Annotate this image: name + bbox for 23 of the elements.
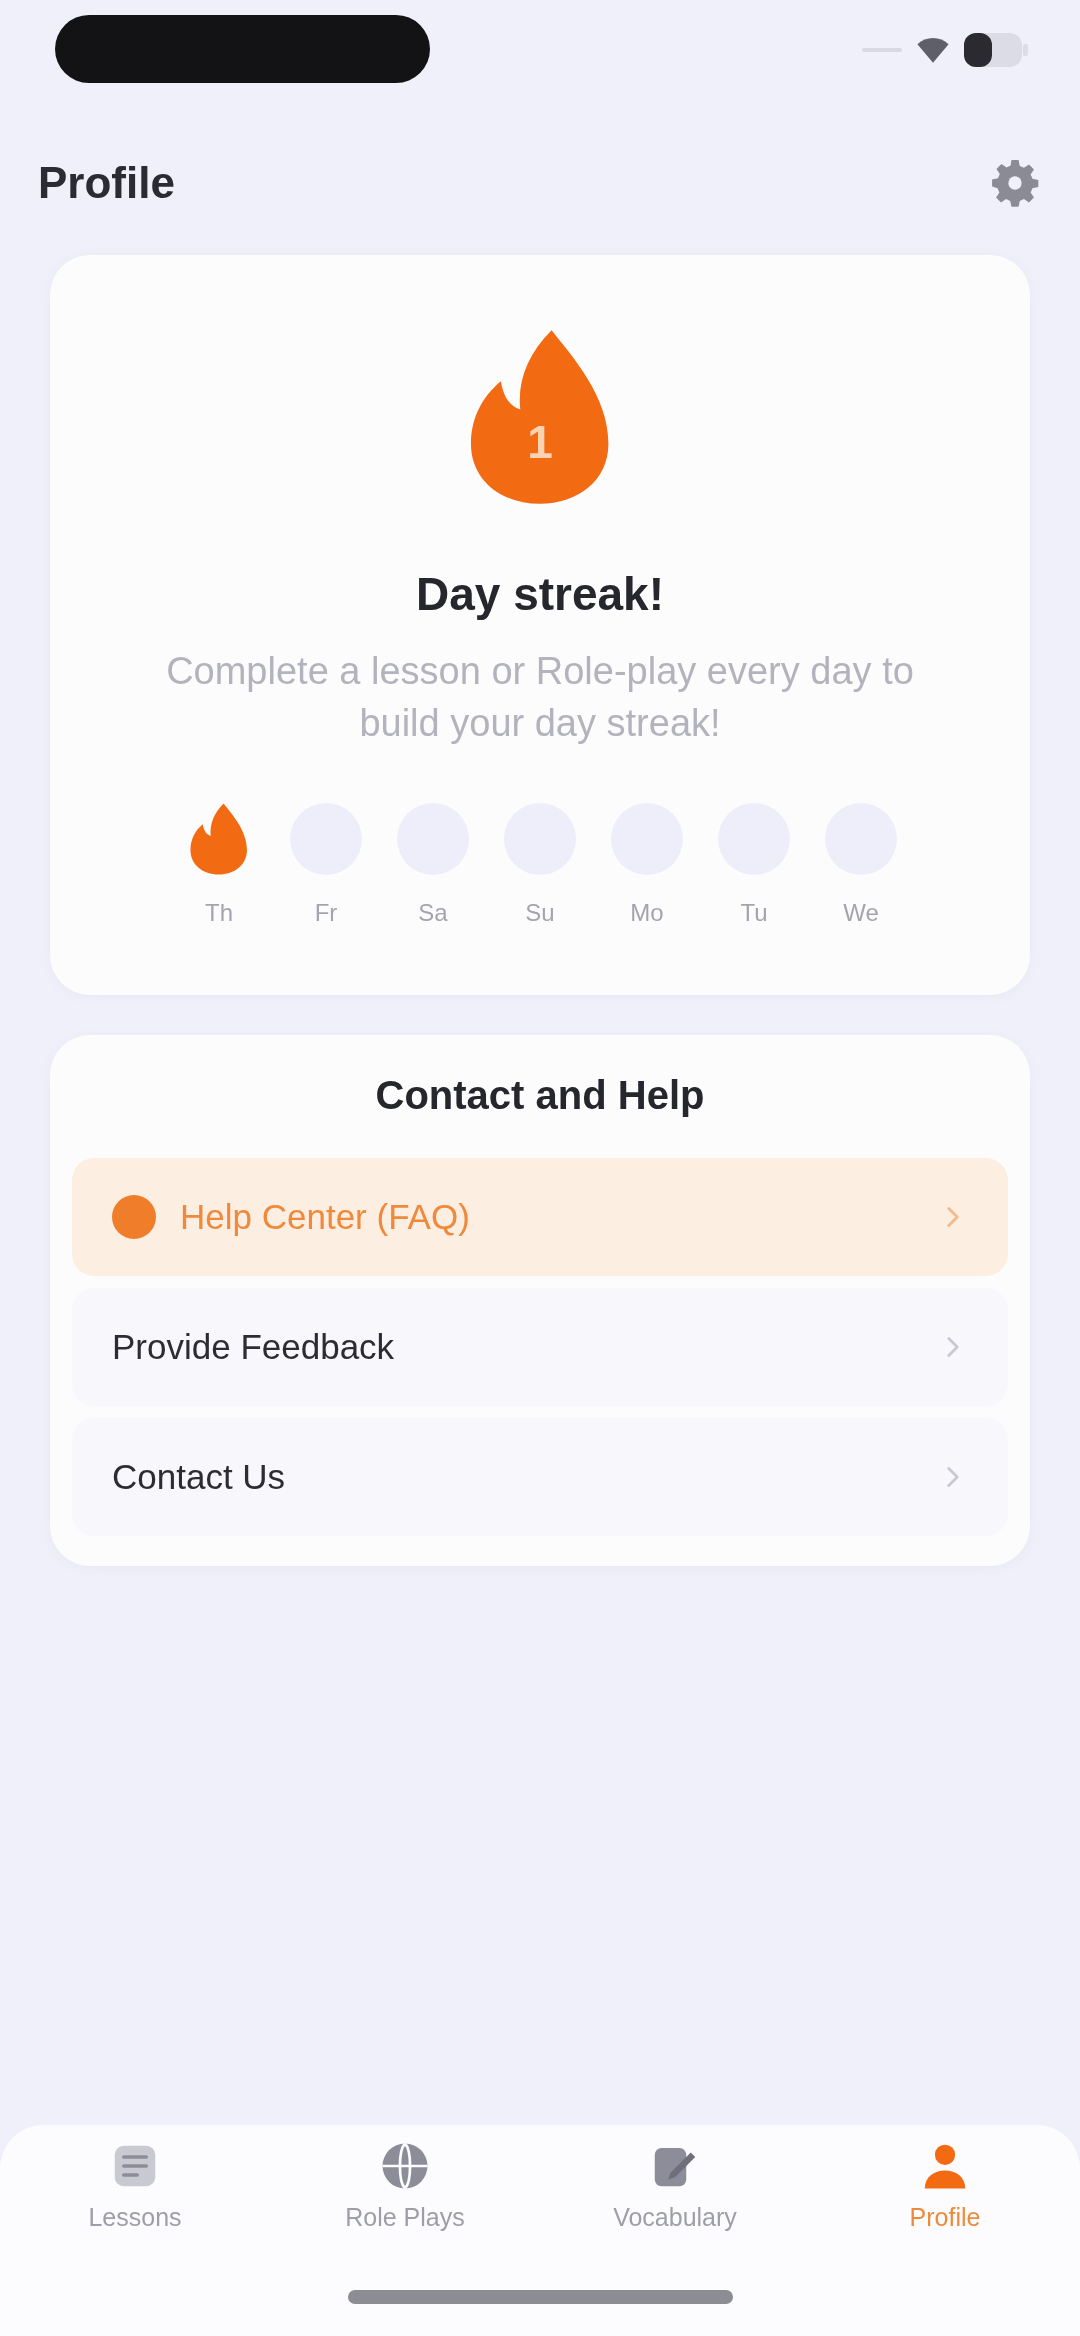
streak-count: 1	[527, 415, 553, 469]
menu-row[interactable]: Contact Us	[72, 1418, 1008, 1536]
dot-icon	[112, 1195, 156, 1239]
tab[interactable]: Profile	[810, 2139, 1080, 2232]
menu-row[interactable]: Help Center (FAQ)	[72, 1158, 1008, 1276]
day-label: Su	[525, 899, 555, 927]
tab[interactable]: Lessons	[0, 2139, 270, 2232]
battery-icon	[964, 33, 1028, 67]
streak-description: Complete a lesson or Role-play every day to build your day streak!	[165, 649, 915, 746]
section-title: Contact and Help	[375, 1073, 705, 1118]
day-label: Th	[205, 899, 233, 927]
tab[interactable]: Vocabulary	[540, 2139, 810, 2232]
day-label: Sa	[418, 899, 448, 927]
day-label: Fr	[314, 899, 338, 927]
day-label: Mo	[630, 899, 664, 927]
tab[interactable]: Role Plays	[270, 2139, 540, 2232]
day-label: Tu	[740, 899, 768, 927]
settings-icon[interactable]	[990, 157, 1040, 208]
day-label: We	[843, 899, 879, 927]
page-title: Profile	[38, 157, 175, 208]
menu-row[interactable]: Provide Feedback	[72, 1288, 1008, 1406]
streak-title: Day streak!	[415, 567, 664, 621]
wifi-icon	[916, 35, 950, 65]
